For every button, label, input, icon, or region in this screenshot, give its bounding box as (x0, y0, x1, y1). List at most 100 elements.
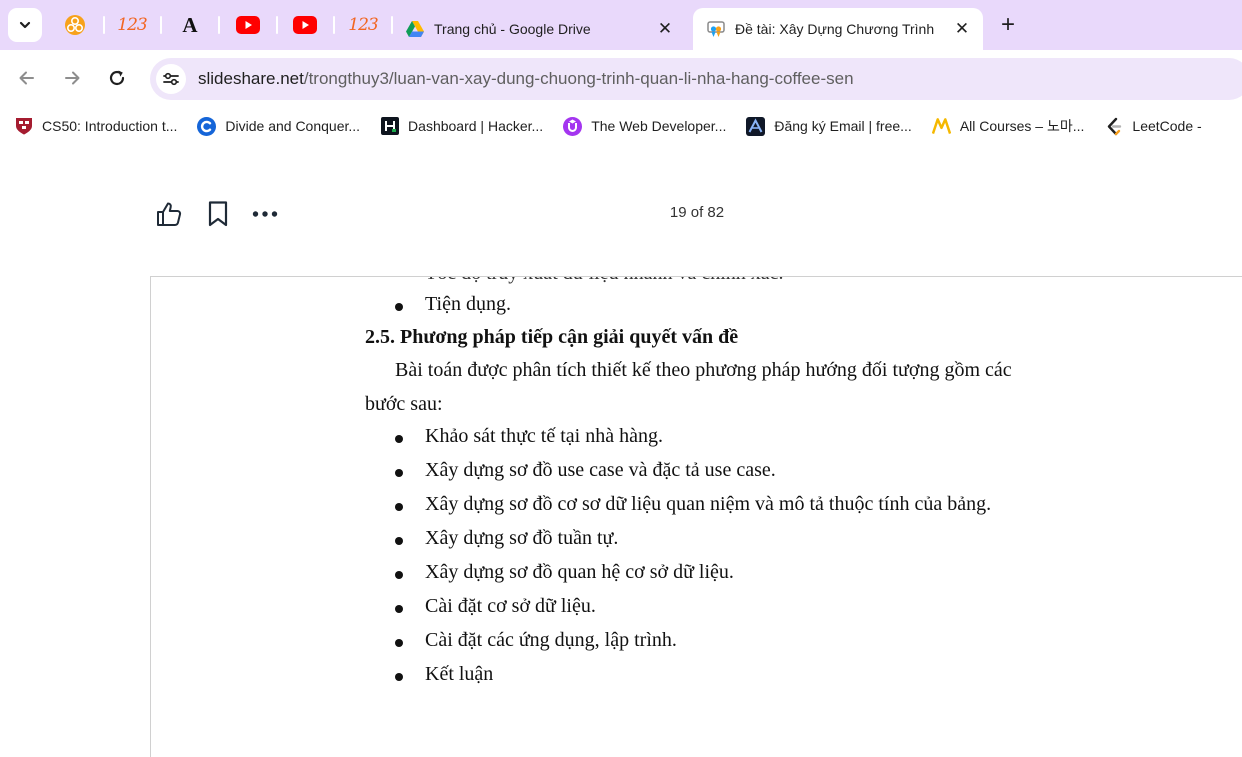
pinned-tab-123-a[interactable]: 123 (117, 10, 147, 40)
more-horizontal-icon (252, 211, 278, 217)
bullet-dot (395, 639, 403, 647)
step-item: Xây dựng sơ đồ use case và đặc tả use ca… (395, 459, 776, 482)
nomad-logo-icon (931, 117, 951, 136)
step-text: Cài đặt các ứng dụng, lập trình. (425, 629, 677, 651)
c-logo-icon (197, 116, 217, 136)
step-text: Xây dựng sơ đồ cơ sơ dữ liệu quan niệm v… (425, 493, 992, 515)
bullet-dot (395, 673, 403, 681)
bookmark-divide-conquer[interactable]: Divide and Conquer... (197, 116, 361, 136)
bullet-dot (395, 503, 403, 511)
bullet-item: Tiện dụng. (395, 293, 511, 316)
paragraph-line-1: Bài toán được phân tích thiết kế theo ph… (395, 359, 1012, 381)
tab-strip: 123 A 123 Trang chủ - Google Drive ✕ Đề … (0, 0, 1242, 50)
pinned-tab-font[interactable]: A (175, 10, 205, 40)
step-text: Khảo sát thực tế tại nhà hàng. (425, 425, 663, 447)
leetcode-icon (1104, 117, 1123, 136)
bookmark-label: Đăng ký Email | free... (774, 118, 912, 134)
123-logo-icon: 123 (117, 15, 147, 35)
section-heading: 2.5. Phương pháp tiếp cận giải quyết vấn… (365, 326, 739, 348)
step-item: Xây dựng sơ đồ tuần tự. (395, 527, 618, 550)
pinned-tab-circles[interactable] (60, 10, 90, 40)
partial-line: Tốc độ truy xuất dữ liệu nhanh và chính … (425, 277, 784, 285)
tab-google-drive[interactable]: Trang chủ - Google Drive ✕ (392, 8, 686, 50)
address-bar[interactable]: slideshare.net/trongthuy3/luan-van-xay-d… (150, 58, 1242, 100)
tab-search-button[interactable] (8, 8, 42, 42)
udemy-icon (563, 116, 583, 136)
bullet-dot (395, 303, 403, 311)
reload-icon (109, 70, 125, 86)
arrow-left-icon (19, 71, 34, 85)
step-text: Cài đặt cơ sở dữ liệu. (425, 595, 596, 617)
tab-separator (160, 16, 162, 34)
save-bookmark-button[interactable] (204, 200, 232, 228)
bookmark-icon (208, 201, 228, 227)
bookmark-hackerrank[interactable]: Dashboard | Hacker... (380, 117, 543, 136)
step-text: Xây dựng sơ đồ use case và đặc tả use ca… (425, 459, 776, 481)
bookmark-leetcode[interactable]: LeetCode - (1104, 117, 1202, 136)
bullet-dot (395, 537, 403, 545)
bullet-dot (395, 435, 403, 443)
url-host: slideshare.net (198, 69, 304, 88)
mail-logo-icon (746, 116, 766, 136)
hackerrank-icon (380, 117, 399, 136)
step-item: Kết luận (395, 663, 493, 686)
tab-title: Trang chủ - Google Drive (434, 21, 591, 37)
tune-icon (163, 72, 179, 86)
like-button[interactable] (155, 200, 183, 228)
step-item: Xây dựng sơ đồ cơ sơ dữ liệu quan niệm v… (395, 493, 991, 516)
new-tab-button[interactable]: + (994, 11, 1022, 39)
tab-separator (218, 16, 220, 34)
thumbs-up-icon (157, 202, 182, 226)
bookmark-cs50[interactable]: CS50: Introduction t... (14, 117, 177, 136)
tab-separator (103, 16, 105, 34)
bookmark-label: Divide and Conquer... (225, 118, 361, 134)
bullet-dot (395, 605, 403, 613)
google-drive-icon (406, 20, 424, 38)
bookmark-label: CS50: Introduction t... (42, 118, 178, 134)
circles-logo-icon (65, 15, 85, 35)
forward-button[interactable] (57, 63, 87, 93)
bookmark-all-courses[interactable]: All Courses – 노마... (931, 116, 1085, 136)
pinned-tab-youtube-a[interactable] (233, 10, 263, 40)
bullet-text: Tiện dụng. (425, 293, 511, 315)
close-tab-icon[interactable]: ✕ (951, 18, 973, 40)
harvard-shield-icon (14, 117, 33, 136)
bookmarks-bar: CS50: Introduction t... Divide and Conqu… (0, 108, 1242, 144)
tab-separator (276, 16, 278, 34)
step-text: Xây dựng sơ đồ quan hệ cơ sở dữ liệu. (425, 561, 734, 583)
url-path: /trongthuy3/luan-van-xay-dung-chuong-tri… (303, 69, 854, 88)
reload-button[interactable] (102, 63, 132, 93)
youtube-icon (236, 16, 260, 34)
page-counter: 19 of 82 (669, 204, 725, 221)
url-text: slideshare.net/trongthuy3/luan-van-xay-d… (198, 69, 854, 89)
tab-separator (333, 16, 335, 34)
step-item: Khảo sát thực tế tại nhà hàng. (395, 425, 663, 448)
arrow-right-icon (65, 71, 80, 85)
tab-title: Đề tài: Xây Dựng Chương Trình (735, 21, 935, 37)
site-info-button[interactable] (156, 64, 186, 94)
step-text: Kết luận (425, 663, 494, 685)
bookmark-email[interactable]: Đăng ký Email | free... (746, 116, 912, 136)
tab-slideshare-active[interactable]: Đề tài: Xây Dựng Chương Trình ✕ (693, 8, 983, 50)
bookmark-label: Dashboard | Hacker... (408, 118, 544, 134)
close-tab-icon[interactable]: ✕ (654, 18, 676, 40)
browser-toolbar: slideshare.net/trongthuy3/luan-van-xay-d… (0, 50, 1242, 108)
bookmark-label: LeetCode - (1132, 118, 1202, 134)
bullet-dot (395, 469, 403, 477)
step-text: Xây dựng sơ đồ tuần tự. (425, 527, 619, 549)
pinned-tab-youtube-b[interactable] (290, 10, 320, 40)
123-logo-icon: 123 (348, 15, 378, 35)
pinned-tab-123-b[interactable]: 123 (348, 10, 378, 40)
bullet-dot (395, 571, 403, 579)
document-page: Tốc độ truy xuất dữ liệu nhanh và chính … (150, 276, 1242, 757)
bookmark-label: All Courses – 노마... (959, 118, 1085, 134)
more-options-button[interactable] (251, 200, 279, 228)
document-viewer-header: 19 of 82 (0, 144, 1242, 276)
youtube-icon (293, 16, 317, 34)
step-item: Cài đặt các ứng dụng, lập trình. (395, 629, 677, 652)
font-a-icon: A (182, 12, 198, 37)
chevron-down-icon (19, 21, 31, 29)
bookmark-label: The Web Developer... (591, 118, 727, 134)
back-button[interactable] (12, 63, 42, 93)
bookmark-web-developer[interactable]: The Web Developer... (563, 116, 727, 136)
